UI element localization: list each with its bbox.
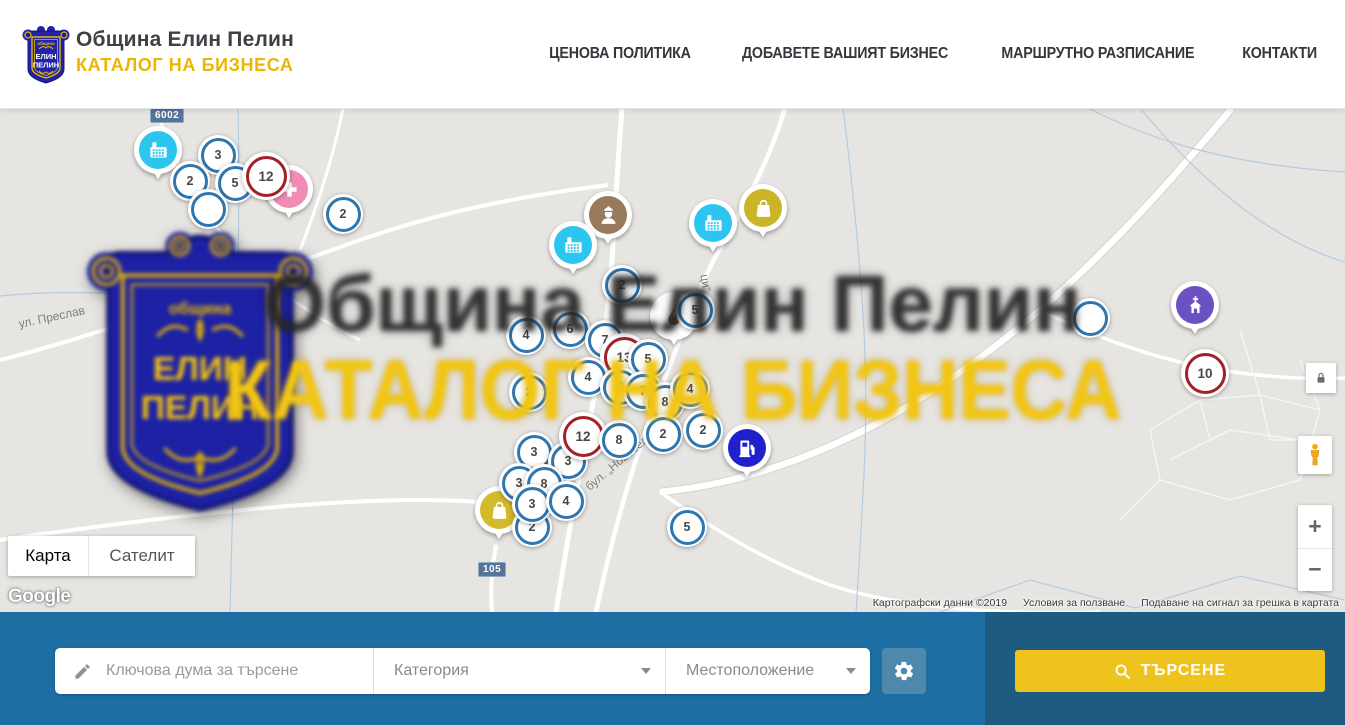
terms-of-use-link[interactable]: Условия за ползване xyxy=(1023,597,1125,609)
category-select[interactable]: Категория xyxy=(374,648,666,694)
map-type-satellite-button[interactable]: Сателит xyxy=(88,536,195,576)
brand-block[interactable]: Община Елин Пелин КАТАЛОГ НА БИЗНЕСА xyxy=(76,28,294,76)
brand-title: Община Елин Пелин xyxy=(76,28,294,52)
cluster-marker[interactable]: 10 xyxy=(1181,349,1229,397)
factory-pin-marker[interactable] xyxy=(549,221,597,269)
chevron-down-icon xyxy=(641,668,651,674)
shopping-bag-icon xyxy=(488,499,511,522)
church-icon xyxy=(1184,294,1207,317)
keyword-field-wrapper xyxy=(55,648,374,694)
cluster-count: 2 xyxy=(686,413,721,448)
lock-button[interactable] xyxy=(1306,363,1336,393)
search-icon xyxy=(1114,663,1131,680)
category-select-value: Категория xyxy=(394,662,469,680)
search-button-label: ТЪРСЕНЕ xyxy=(1141,662,1226,680)
brand-subtitle: КАТАЛОГ НА БИЗНЕСА xyxy=(76,55,294,76)
factory-icon xyxy=(562,234,585,257)
google-logo[interactable]: Google xyxy=(8,586,70,608)
zoom-in-button[interactable]: + xyxy=(1298,505,1332,549)
cluster-marker[interactable]: 12 xyxy=(242,152,290,200)
factory-icon xyxy=(702,212,725,235)
logo-top-text: община xyxy=(37,40,55,46)
cluster-count: 2 xyxy=(326,197,361,232)
nav-item-transport-schedule[interactable]: МАРШРУТНО РАЗПИСАНИЕ xyxy=(1001,45,1194,63)
map-canvas[interactable]: 6002 105 ул. Преслав бул. „Новосел ци“ 3… xyxy=(0,108,1345,612)
cluster-marker[interactable]: 5 xyxy=(667,507,707,547)
chevron-down-icon xyxy=(846,668,856,674)
cluster-count: 2 xyxy=(512,375,547,410)
cluster-marker[interactable]: 2 xyxy=(323,194,363,234)
cluster-count: 2 xyxy=(646,417,681,452)
fuel-icon xyxy=(736,437,759,460)
cluster-marker[interactable]: 6 xyxy=(550,309,590,349)
cluster-count xyxy=(191,192,226,227)
cluster-marker[interactable] xyxy=(188,189,228,229)
zoom-control: + − xyxy=(1298,505,1332,591)
cluster-count: 10 xyxy=(1185,353,1226,394)
cluster-marker[interactable]: 2 xyxy=(602,265,642,305)
cluster-count: 4 xyxy=(509,318,544,353)
logo-name2: ПЕЛИН xyxy=(33,61,59,70)
zoom-out-button[interactable]: − xyxy=(1298,549,1332,592)
factory-icon xyxy=(147,139,170,162)
street-view-pegman[interactable] xyxy=(1298,436,1332,474)
pegman-icon xyxy=(1305,442,1325,468)
fuel-pin-marker[interactable] xyxy=(723,424,771,472)
location-select-value: Местоположение xyxy=(686,662,814,680)
cluster-marker[interactable]: 2 xyxy=(683,410,723,450)
keyword-search-input[interactable] xyxy=(104,661,338,681)
cluster-count: 2 xyxy=(605,268,640,303)
cluster-count: 12 xyxy=(563,416,604,457)
pencil-icon xyxy=(73,662,92,681)
markers-layer: 32512225647135422784103338234128225 xyxy=(0,108,1345,612)
header: община ЕЛИН ПЕЛИН Община Елин Пелин КАТА… xyxy=(0,0,1345,109)
cluster-count: 8 xyxy=(602,423,637,458)
cluster-count: 4 xyxy=(673,372,708,407)
cluster-marker[interactable]: 4 xyxy=(506,315,546,355)
lock-icon xyxy=(1314,371,1328,385)
map-type-control: Карта Сателит xyxy=(8,536,195,576)
cluster-count: 12 xyxy=(246,156,287,197)
shopping-bag-icon xyxy=(752,197,775,220)
nav-item-contacts[interactable]: КОНТАКТИ xyxy=(1242,45,1317,63)
main-nav: ЦЕНОВА ПОЛИТИКА ДОБАВЕТЕ ВАШИЯТ БИЗНЕС М… xyxy=(543,0,1320,108)
shopping-bag-pin-marker[interactable] xyxy=(739,184,787,232)
search-bar: Категория Местоположение ТЪРСЕНЕ xyxy=(0,612,1345,725)
report-map-error-link[interactable]: Подаване на сигнал за грешка в картата xyxy=(1141,597,1339,609)
cluster-count: 6 xyxy=(553,312,588,347)
factory-pin-marker[interactable] xyxy=(689,199,737,247)
map-type-map-button[interactable]: Карта xyxy=(8,536,88,576)
cluster-marker[interactable]: 4 xyxy=(670,369,710,409)
cluster-marker[interactable]: 2 xyxy=(509,372,549,412)
cluster-count: 5 xyxy=(670,510,705,545)
cluster-marker[interactable]: 5 xyxy=(675,290,715,330)
cluster-count: 4 xyxy=(549,484,584,519)
attribution-copyright: Картографски данни ©2019 xyxy=(873,597,1007,609)
map-attribution: Картографски данни ©2019 Условия за полз… xyxy=(873,597,1339,609)
search-button[interactable]: ТЪРСЕНЕ xyxy=(1015,650,1325,692)
cluster-count xyxy=(1073,301,1108,336)
location-select[interactable]: Местоположение xyxy=(666,648,870,694)
search-fields-group: Категория Местоположение xyxy=(55,648,870,694)
cluster-marker[interactable]: 8 xyxy=(599,420,639,460)
nav-item-add-business[interactable]: ДОБАВЕТЕ ВАШИЯТ БИЗНЕС xyxy=(742,45,948,63)
cluster-marker[interactable]: 4 xyxy=(546,481,586,521)
cluster-count: 3 xyxy=(515,487,550,522)
advanced-search-button[interactable] xyxy=(882,648,926,694)
worker-icon xyxy=(597,204,620,227)
cluster-count: 5 xyxy=(678,293,713,328)
nav-item-pricing[interactable]: ЦЕНОВА ПОЛИТИКА xyxy=(549,45,691,63)
church-pin-marker[interactable] xyxy=(1171,281,1219,329)
cluster-marker[interactable] xyxy=(1070,298,1110,338)
gear-icon xyxy=(893,660,915,682)
cluster-marker[interactable]: 2 xyxy=(643,414,683,454)
municipality-logo[interactable]: община ЕЛИН ПЕЛИН xyxy=(22,22,70,86)
